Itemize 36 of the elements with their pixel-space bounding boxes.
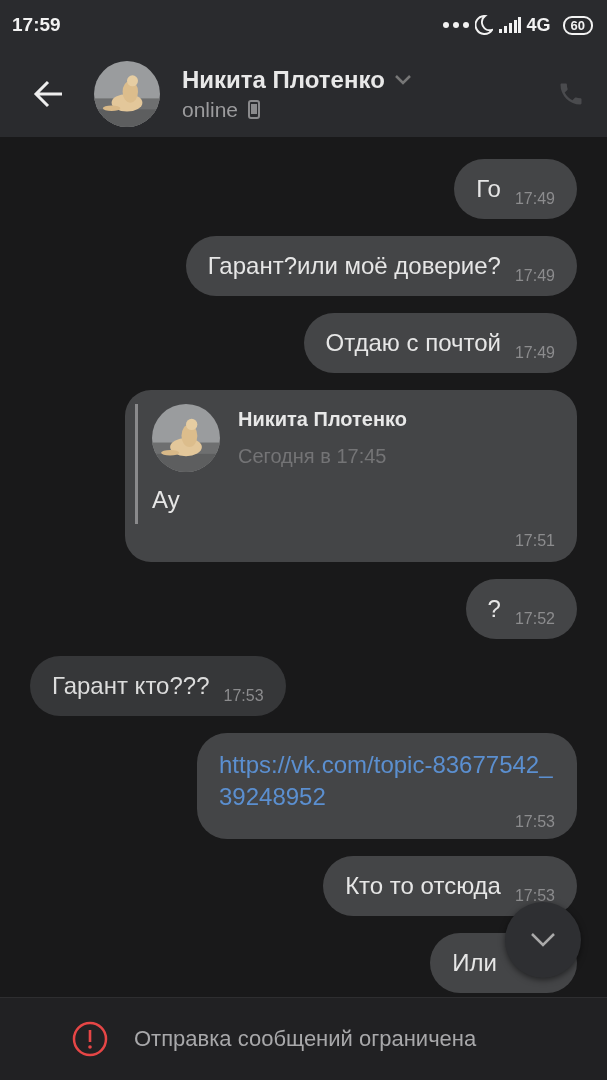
- phone-device-icon: [248, 100, 261, 119]
- online-status: online: [182, 97, 239, 122]
- message-text: Го: [476, 174, 501, 204]
- message-text: Кто то отсюда: [345, 871, 501, 901]
- more-icon: [442, 22, 469, 28]
- chevron-down-icon: [530, 932, 556, 948]
- outgoing-message-bubble[interactable]: Го 17:49: [454, 159, 577, 219]
- message-time: 17:49: [514, 267, 555, 286]
- message-time: 17:52: [514, 610, 555, 629]
- outgoing-message-bubble[interactable]: Кто то отсюда 17:53: [323, 856, 577, 916]
- network-type: 4G: [526, 14, 551, 36]
- message-text: Гарант кто???: [52, 671, 210, 701]
- message-time: 17:53: [223, 687, 264, 706]
- message-time: 17:49: [514, 344, 555, 363]
- message-text: ?: [487, 594, 501, 624]
- restriction-notice: Отправка сообщений ограничена: [134, 1026, 477, 1052]
- message-text: Или: [452, 948, 497, 978]
- message-text: Ау: [152, 485, 181, 515]
- forwarded-author: Никита Плотенко: [238, 408, 407, 431]
- message-time: 17:53: [514, 887, 555, 906]
- clock: 17:59: [12, 14, 62, 36]
- message-time: 17:53: [513, 813, 555, 831]
- warning-icon: [72, 1021, 108, 1057]
- contact-name[interactable]: Никита Плотенко: [182, 65, 385, 94]
- message-time: 17:49: [514, 190, 555, 209]
- chevron-down-icon[interactable]: [394, 74, 411, 85]
- message-text: Гарант?или моё доверие?: [207, 251, 501, 281]
- outgoing-message-bubble[interactable]: Отдаю с почтой 17:49: [303, 313, 577, 373]
- signal-icon: [498, 17, 521, 33]
- message-text: Отдаю с почтой: [325, 328, 501, 358]
- moon-icon: [474, 15, 493, 35]
- incoming-message-bubble[interactable]: Гарант кто??? 17:53: [30, 656, 286, 716]
- outgoing-message-bubble[interactable]: Гарант?или моё доверие? 17:49: [185, 236, 577, 296]
- battery-level: 60: [562, 15, 593, 35]
- message-time: 17:51: [513, 531, 555, 550]
- outgoing-message-bubble[interactable]: ? 17:52: [465, 579, 577, 639]
